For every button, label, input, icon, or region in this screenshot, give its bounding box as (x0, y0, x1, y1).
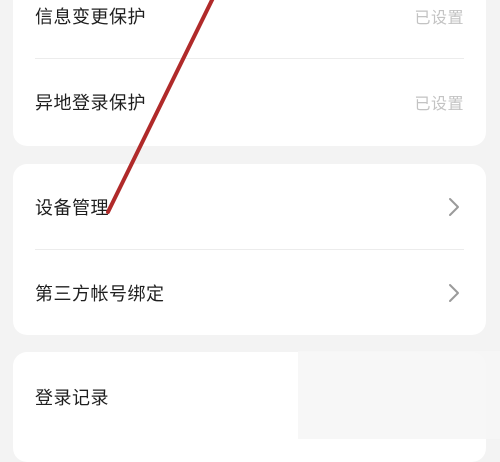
info-change-protection-label: 信息变更保护 (35, 7, 146, 28)
chevron-right-icon (449, 283, 459, 302)
third-party-binding-label: 第三方帐号绑定 (35, 283, 165, 305)
remote-login-protection-row[interactable]: 异地登录保护 已设置 (13, 58, 486, 146)
login-history-label: 登录记录 (35, 388, 109, 409)
third-party-binding-row[interactable]: 第三方帐号绑定 (13, 250, 486, 335)
remote-login-protection-status: 已设置 (414, 94, 464, 113)
device-settings-card: 设备管理 第三方帐号绑定 (13, 164, 486, 335)
info-change-protection-row[interactable]: 信息变更保护 已设置 (13, 0, 486, 46)
watermark-overlay (298, 351, 500, 439)
info-change-protection-status: 已设置 (414, 8, 464, 27)
device-management-row[interactable]: 设备管理 (13, 164, 486, 250)
remote-login-protection-label: 异地登录保护 (35, 93, 146, 114)
chevron-right-icon (449, 198, 459, 216)
security-settings-card: 信息变更保护 已设置 异地登录保护 已设置 (13, 0, 486, 146)
device-management-label: 设备管理 (35, 198, 109, 219)
